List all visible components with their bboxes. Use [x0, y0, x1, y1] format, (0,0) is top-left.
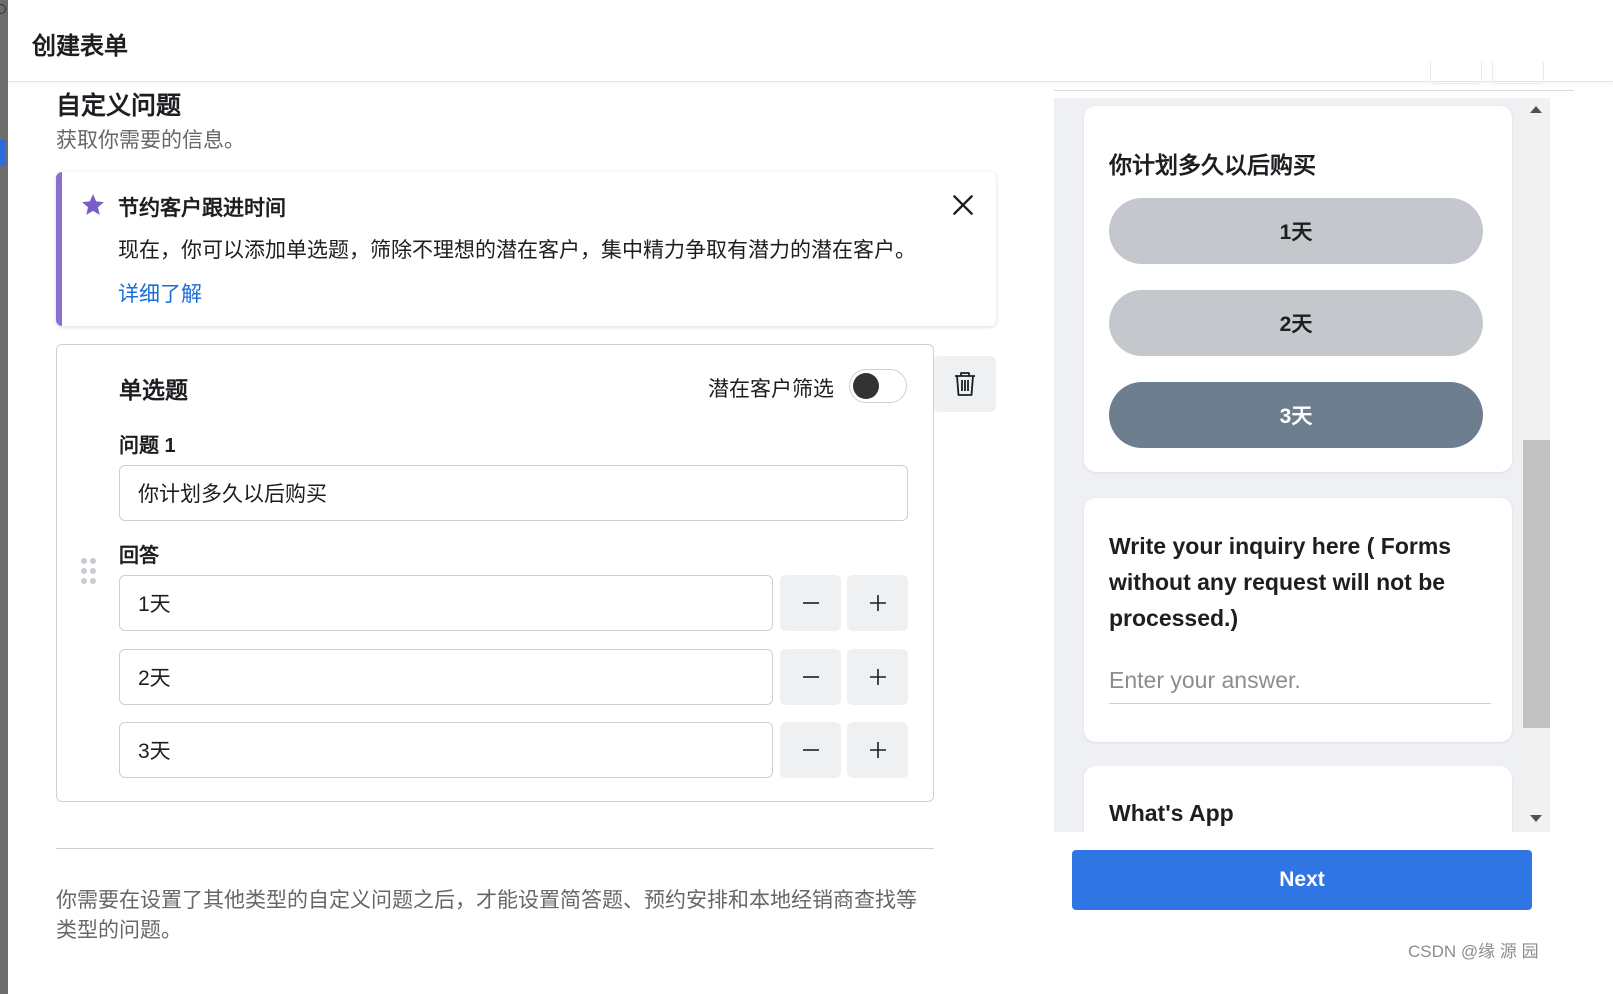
answer-row	[119, 649, 908, 705]
drag-handle-icon[interactable]	[79, 557, 99, 587]
remove-answer-button[interactable]	[780, 722, 841, 778]
scroll-down-arrow-icon[interactable]	[1530, 815, 1542, 822]
minus-icon	[802, 749, 819, 751]
dialog-header: 创建表单	[8, 0, 1613, 84]
tip-banner: 节约客户跟进时间 现在，你可以添加单选题，筛除不理想的潜在客户，集中精力争取有潜…	[56, 172, 996, 326]
lead-filter-toggle[interactable]	[849, 369, 907, 403]
header-control[interactable]	[1430, 62, 1482, 84]
footer-note: 你需要在设置了其他类型的自定义问题之后，才能设置简答题、预约安排和本地经销商查找…	[56, 889, 917, 942]
preview-option[interactable]: 1天	[1109, 198, 1483, 264]
answer-input[interactable]	[119, 722, 773, 778]
backdrop	[0, 0, 8, 994]
add-answer-button[interactable]	[847, 649, 908, 705]
question-label: 问题 1	[119, 435, 176, 457]
header-control[interactable]	[1492, 62, 1544, 84]
close-icon[interactable]	[950, 192, 976, 218]
answer-input[interactable]	[119, 649, 773, 705]
remove-answer-button[interactable]	[780, 649, 841, 705]
remove-answer-button[interactable]	[780, 575, 841, 631]
plus-icon	[869, 742, 886, 758]
trash-icon	[955, 372, 975, 396]
question-type-label: 单选题	[119, 377, 188, 403]
answer-row	[119, 575, 908, 631]
preview-scrollbar[interactable]	[1523, 98, 1550, 832]
add-answer-button[interactable]	[847, 575, 908, 631]
answer-input[interactable]	[119, 575, 773, 631]
preview-whatsapp-title: What's App	[1109, 800, 1234, 826]
preview-inquiry-card: Write your inquiry here ( Forms without …	[1084, 498, 1512, 742]
watermark: CSDN @缘 源 园	[1408, 942, 1539, 961]
preview-option-selected[interactable]: 3天	[1109, 382, 1483, 448]
create-form-dialog: 创建表单 自定义问题 获取你需要的信息。 节约客户跟进时间 现在，你可以添加单选…	[8, 0, 1613, 994]
preview-option[interactable]: 2天	[1109, 290, 1483, 356]
plus-icon	[869, 595, 886, 611]
next-button[interactable]: Next	[1072, 850, 1532, 910]
answers-label: 回答	[119, 545, 159, 567]
dialog-title: 创建表单	[32, 33, 128, 60]
answer-row	[119, 722, 908, 778]
preview-whatsapp-card: What's App	[1084, 766, 1512, 832]
learn-more-link[interactable]: 详细了解	[118, 278, 202, 308]
preview-question-card: 你计划多久以后购买 1天 2天 3天	[1084, 106, 1512, 472]
preview-answer-input[interactable]	[1109, 658, 1491, 704]
preview-divider	[1054, 90, 1574, 91]
plus-icon	[869, 669, 886, 685]
form-preview: 你计划多久以后购买 1天 2天 3天 Write your inquiry he…	[1054, 98, 1550, 832]
question-input[interactable]	[119, 465, 908, 521]
backdrop-mark	[0, 140, 6, 166]
toggle-knob	[853, 373, 879, 399]
minus-icon	[802, 676, 819, 678]
backdrop-ring-icon	[0, 4, 6, 14]
preview-inquiry-title: Write your inquiry here ( Forms without …	[1109, 533, 1452, 631]
tip-body: 现在，你可以添加单选题，筛除不理想的潜在客户，集中精力争取有潜力的潜在客户。	[118, 239, 916, 262]
divider	[56, 848, 934, 849]
minus-icon	[802, 602, 819, 604]
section-title: 自定义问题	[56, 92, 182, 120]
section-subtitle: 获取你需要的信息。	[56, 129, 245, 152]
lead-filter-label: 潜在客户筛选	[708, 378, 834, 401]
scroll-up-arrow-icon[interactable]	[1530, 106, 1542, 113]
preview-question-title: 你计划多久以后购买	[1109, 152, 1316, 178]
star-icon	[82, 194, 104, 215]
scrollbar-thumb[interactable]	[1523, 440, 1550, 728]
tip-title: 节约客户跟进时间	[118, 197, 286, 220]
add-answer-button[interactable]	[847, 722, 908, 778]
delete-question-button[interactable]	[934, 356, 996, 412]
question-card: 单选题 潜在客户筛选 问题 1 回答	[56, 344, 934, 802]
